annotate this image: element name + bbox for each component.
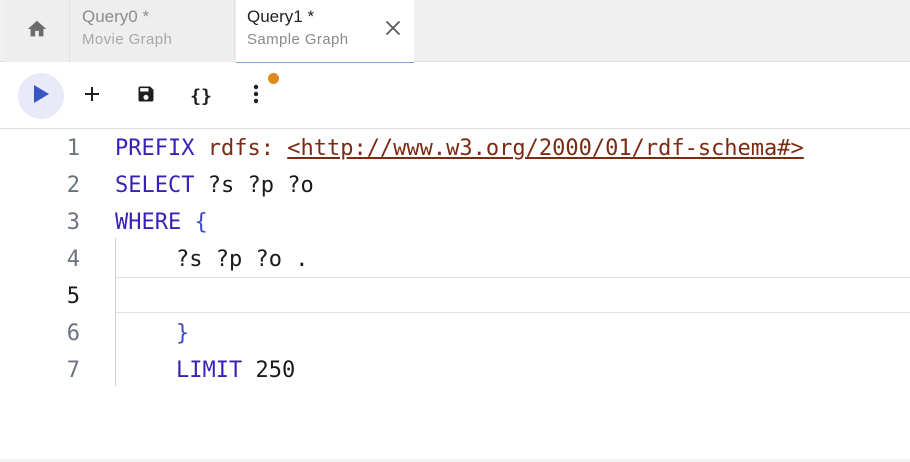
code-line[interactable]: 3 WHERE { <box>0 204 910 241</box>
variables: ?s ?p ?o <box>207 173 314 198</box>
add-button[interactable] <box>69 73 115 119</box>
save-button[interactable] <box>123 73 169 119</box>
limit-value: 250 <box>255 358 296 383</box>
tab-subtitle: Movie Graph <box>82 31 173 48</box>
code-line[interactable]: 6 } <box>0 315 910 352</box>
format-button[interactable]: {} <box>178 73 224 119</box>
line-code: LIMIT 250 <box>176 352 295 389</box>
code-line[interactable]: 5 <box>0 278 910 315</box>
line-code: PREFIX rdfs: <http://www.w3.org/2000/01/… <box>115 130 804 167</box>
iri-link[interactable]: <http://www.w3.org/2000/01/rdf-schema#> <box>287 136 804 161</box>
run-query-button[interactable] <box>18 73 64 119</box>
braces-icon: {} <box>190 85 212 107</box>
tab-query0[interactable]: Query0 * Movie Graph <box>71 0 235 62</box>
close-icon[interactable] <box>382 17 404 39</box>
tab-title: Query1 * <box>247 7 315 26</box>
line-code: SELECT ?s ?p ?o <box>115 167 314 204</box>
tab-query1[interactable]: Query1 * Sample Graph <box>236 0 414 63</box>
tab-title: Query0 * <box>82 7 150 26</box>
line-number: 6 <box>66 321 80 346</box>
save-icon <box>136 84 156 109</box>
home-icon <box>26 18 48 45</box>
code-line[interactable]: 4 ?s ?p ?o . <box>0 241 910 278</box>
code-line[interactable]: 2 SELECT ?s ?p ?o <box>0 167 910 204</box>
plus-icon <box>83 85 101 108</box>
line-number: 3 <box>66 210 80 235</box>
code-line[interactable]: 1 PREFIX rdfs: <http://www.w3.org/2000/0… <box>0 130 910 167</box>
play-icon <box>32 84 50 109</box>
line-number: 1 <box>66 136 80 161</box>
editor-toolbar: {} <box>0 63 910 129</box>
keyword: WHERE <box>115 210 182 235</box>
tab-subtitle: Sample Graph <box>247 31 349 48</box>
keyword: LIMIT <box>176 358 243 383</box>
close-brace: } <box>176 321 190 346</box>
line-number: 5 <box>66 284 80 309</box>
line-code: WHERE { <box>115 204 208 241</box>
tab-bar: Query0 * Movie Graph Query1 * Sample Gra… <box>0 0 910 63</box>
line-code: ?s ?p ?o . <box>176 247 309 272</box>
line-number: 4 <box>66 247 80 272</box>
line-number: 2 <box>66 173 80 198</box>
home-tab[interactable] <box>4 0 70 62</box>
prefix-name: rdfs: <box>207 136 274 161</box>
line-number: 7 <box>66 358 80 383</box>
code-line[interactable]: 7 LIMIT 250 <box>0 352 910 389</box>
keyword: PREFIX <box>115 136 195 161</box>
code-editor[interactable]: 1 PREFIX rdfs: <http://www.w3.org/2000/0… <box>0 130 910 462</box>
keyword: SELECT <box>115 173 195 198</box>
open-brace: { <box>194 210 208 235</box>
unsaved-indicator <box>268 73 279 84</box>
more-vert-icon <box>253 84 259 109</box>
